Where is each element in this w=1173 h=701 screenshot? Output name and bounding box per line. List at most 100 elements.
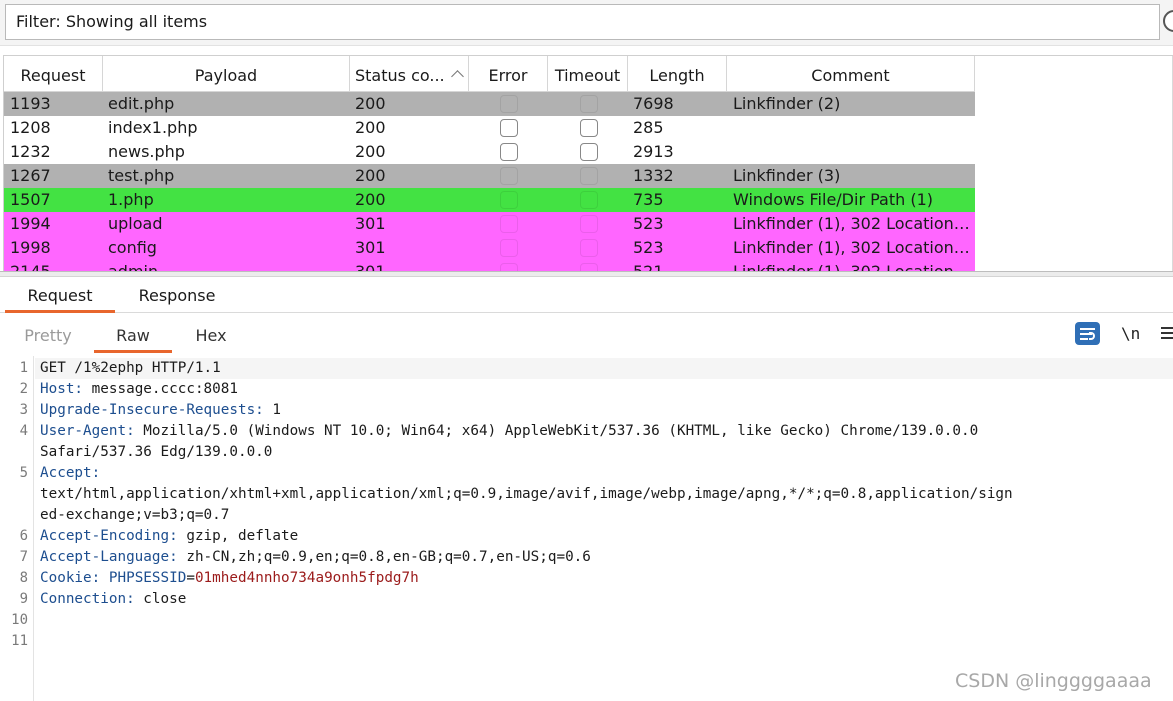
cell-request: 1267 xyxy=(10,166,51,185)
error-checkbox xyxy=(500,119,518,137)
cell-comment: Windows File/Dir Path (1) xyxy=(733,190,933,209)
header-value: = xyxy=(186,570,195,586)
code-line[interactable]: Connection: close xyxy=(40,589,1173,610)
code-line[interactable] xyxy=(40,631,1173,652)
code-line[interactable]: Accept: xyxy=(40,463,1173,484)
cell-request: 1208 xyxy=(10,118,51,137)
cell-payload: test.php xyxy=(108,166,175,185)
cookie-name: PHPSESSID xyxy=(108,570,187,586)
line-number: 8 xyxy=(19,570,28,586)
cell-length: 2913 xyxy=(633,142,674,161)
code-line[interactable]: GET /1%2ephp HTTP/1.1 xyxy=(40,358,1173,379)
timeout-checkbox xyxy=(580,95,598,113)
cell-request: 1507 xyxy=(10,190,51,209)
cell-payload: index1.php xyxy=(108,118,198,137)
show-newlines-toggle[interactable]: \n xyxy=(1121,324,1140,343)
header-value: gzip, deflate xyxy=(177,528,299,544)
tab-pretty[interactable]: Pretty xyxy=(10,313,86,353)
column-header-label: Comment xyxy=(811,66,890,85)
wrap-lines-icon[interactable] xyxy=(1075,322,1100,345)
table-row[interactable]: 1193 edit.php 200 7698 Linkfinder (2) xyxy=(4,92,975,116)
line-number xyxy=(0,484,28,505)
table-row[interactable]: 1994 upload 301 523 Linkfinder (1), 302 Loca… xyxy=(4,212,975,236)
tab-response[interactable]: Response xyxy=(117,277,237,313)
tab-hex[interactable]: Hex xyxy=(172,313,250,353)
line-number: 10 xyxy=(11,612,28,628)
header-value: GET /1%2ephp HTTP/1.1 xyxy=(40,360,221,376)
code-line[interactable]: text/html,application/xhtml+xml,applicat… xyxy=(40,484,1173,505)
timeout-checkbox xyxy=(580,263,598,271)
column-header-error[interactable]: Error xyxy=(469,56,548,92)
header-name: Accept: xyxy=(40,465,101,481)
column-header-label: Request xyxy=(20,66,86,85)
column-header-label: Timeout xyxy=(554,66,621,85)
cookie-value: 01mhed4nnho734a9onh5fpdg7h xyxy=(194,570,419,586)
table-row[interactable]: 2145 admin 301 521 Linkfinder (1), 302 Locat… xyxy=(4,260,975,271)
code-line[interactable]: Upgrade-Insecure-Requests: 1 xyxy=(40,400,1173,421)
column-header-comment[interactable]: Comment xyxy=(727,56,975,92)
code-line[interactable]: User-Agent: Mozilla/5.0 (Windows NT 10.0… xyxy=(40,421,1173,442)
header-name: Upgrade-Insecure-Requests: xyxy=(40,402,264,418)
line-number: 6 xyxy=(19,528,28,544)
table-row[interactable]: 1267 test.php 200 1332 Linkfinder (3) xyxy=(4,164,975,188)
header-value: Safari/537.36 Edg/139.0.0.0 xyxy=(40,444,273,460)
hamburger-menu-icon[interactable] xyxy=(1161,327,1173,339)
error-checkbox xyxy=(500,143,518,161)
raw-request-editor[interactable]: 1 2 3 4 5 6 7 8 9 10 11 GET /1%2ephp HTTP/1.1 Host:… xyxy=(0,356,1173,701)
header-value: close xyxy=(134,591,187,607)
code-line[interactable]: Cookie: PHPSESSID=01mhed4nnho734a9onh5fp… xyxy=(40,568,1173,589)
error-checkbox xyxy=(500,191,518,209)
column-header-status-co[interactable]: Status co... xyxy=(350,56,469,92)
line-number: 2 xyxy=(19,381,28,397)
table-row[interactable]: 1208 index1.php 200 285 xyxy=(4,116,975,140)
table-row[interactable]: 1507 1.php 200 735 Windows File/Dir Path (1) xyxy=(4,188,975,212)
cell-status: 301 xyxy=(355,238,386,257)
timeout-checkbox xyxy=(580,191,598,209)
column-header-timeout[interactable]: Timeout xyxy=(548,56,628,92)
cell-comment: Linkfinder (1), 302 Location ... xyxy=(733,214,974,233)
header-name: Host: xyxy=(40,381,84,397)
header-value: 1 xyxy=(263,402,282,418)
header-name: Cookie: xyxy=(40,570,101,586)
code-line[interactable]: Safari/537.36 Edg/139.0.0.0 xyxy=(40,442,1173,463)
error-checkbox xyxy=(500,263,518,271)
code-line[interactable] xyxy=(40,610,1173,631)
cell-comment: Linkfinder (2) xyxy=(733,94,841,113)
cell-request: 1994 xyxy=(10,214,51,233)
column-header-request[interactable]: Request xyxy=(4,56,103,92)
code-line[interactable]: ed-exchange;v=b3;q=0.7 xyxy=(40,505,1173,526)
code-line[interactable]: Accept-Language: zh-CN,zh;q=0.9,en;q=0.8… xyxy=(40,547,1173,568)
header-value: zh-CN,zh;q=0.9,en;q=0.8,en-GB;q=0.7,en-U… xyxy=(177,549,591,565)
tab-request[interactable]: Request xyxy=(5,277,115,313)
header-value xyxy=(100,570,109,586)
timeout-checkbox xyxy=(580,215,598,233)
line-number: 7 xyxy=(19,549,28,565)
cell-length: 523 xyxy=(633,238,664,257)
header-value: Mozilla/5.0 (Windows NT 10.0; Win64; x64… xyxy=(134,423,979,439)
error-checkbox xyxy=(500,95,518,113)
line-number-gutter: 1 2 3 4 5 6 7 8 9 10 11 xyxy=(0,356,34,701)
cell-request: 1232 xyxy=(10,142,51,161)
filter-input[interactable]: Filter: Showing all items xyxy=(5,4,1160,40)
code-line[interactable]: Host: message.cccc:8081 xyxy=(40,379,1173,400)
cell-status: 200 xyxy=(355,166,386,185)
cell-length: 1332 xyxy=(633,166,674,185)
table-row[interactable]: 1998 config 301 523 Linkfinder (1), 302 Loca… xyxy=(4,236,975,260)
cell-status: 301 xyxy=(355,214,386,233)
cell-length: 285 xyxy=(633,118,664,137)
cell-comment xyxy=(733,140,974,164)
sort-ascending-icon xyxy=(451,70,464,83)
cell-status: 200 xyxy=(355,190,386,209)
cell-length: 523 xyxy=(633,214,664,233)
help-icon[interactable] xyxy=(1163,10,1173,32)
watermark: CSDN @linggggaaaa xyxy=(955,670,1152,692)
column-header-label: Error xyxy=(488,66,528,85)
column-header-payload[interactable]: Payload xyxy=(103,56,350,92)
tab-raw[interactable]: Raw xyxy=(94,313,172,353)
column-header-length[interactable]: Length xyxy=(628,56,727,92)
message-tabs: Request Response xyxy=(0,277,1173,313)
timeout-checkbox xyxy=(580,167,598,185)
table-row[interactable]: 1232 news.php 200 2913 xyxy=(4,140,975,164)
cell-comment: Linkfinder (1), 302 Location ... xyxy=(733,238,974,257)
code-line[interactable]: Accept-Encoding: gzip, deflate xyxy=(40,526,1173,547)
